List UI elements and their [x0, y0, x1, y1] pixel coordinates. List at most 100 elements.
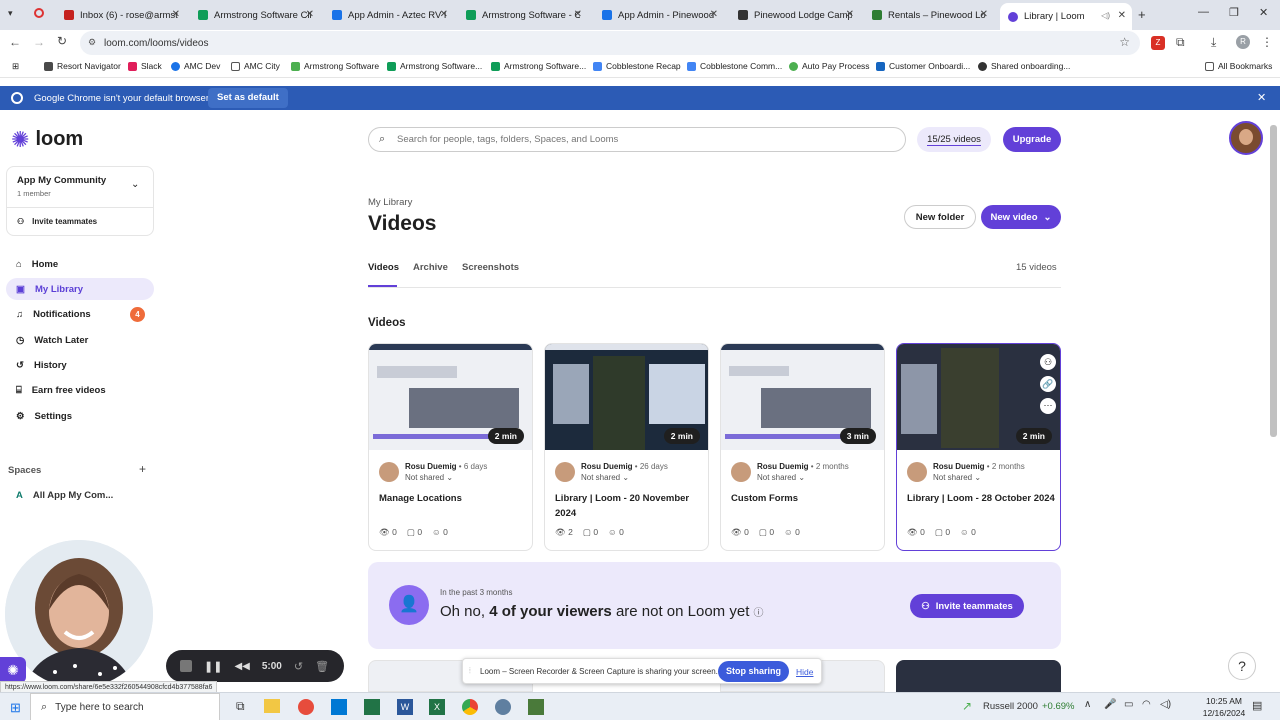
restore-icon[interactable]: ❐ [1229, 6, 1239, 19]
clock-date[interactable]: 12/16/2024 [1200, 708, 1248, 718]
pause-icon[interactable]: ❚❚ [204, 660, 222, 673]
bookmark-item[interactable]: Cobblestone Comm... [687, 61, 782, 71]
ticker-name[interactable]: Russell 2000 [983, 701, 1038, 712]
file-explorer-icon[interactable] [264, 699, 280, 713]
sidebar-item-settings[interactable]: ⚙ Settings [6, 405, 154, 427]
sidebar-item-notifications[interactable]: ♫ Notifications 4 [6, 303, 154, 325]
bookmark-item[interactable]: Slack [128, 61, 162, 71]
all-bookmarks[interactable]: All Bookmarks [1205, 61, 1272, 71]
chevron-down-icon[interactable]: ⌄ [131, 179, 139, 190]
video-title[interactable]: Custom Forms [731, 491, 879, 506]
video-card-selected[interactable]: ⚇ 🔗 ⋯ 2 min Rosu Duemig • 2 months Not s… [896, 343, 1061, 551]
bookmark-item[interactable]: Armstrong Software... [491, 61, 586, 71]
video-thumbnail[interactable]: 2 min [545, 344, 708, 450]
close-tab-icon[interactable]: ✕ [980, 9, 988, 20]
tab-screenshots[interactable]: Screenshots [462, 262, 519, 273]
close-tab-icon[interactable]: ✕ [574, 9, 582, 20]
browser-tab[interactable]: Pinewood Lodge Campg ✕ [730, 4, 860, 26]
back-icon[interactable]: ← [9, 35, 21, 49]
hide-share-bar-link[interactable]: Hide [796, 667, 813, 677]
app-icon[interactable] [528, 699, 544, 715]
app-icon[interactable] [364, 699, 380, 715]
bookmark-item[interactable]: Auto Pay Process [789, 61, 870, 71]
new-video-button[interactable]: New video ⌄ [981, 205, 1061, 229]
upgrade-button[interactable]: Upgrade [1003, 127, 1061, 152]
bookmark-item[interactable]: Cobblestone Recap [593, 61, 681, 71]
rewind-icon[interactable]: ◀◀ [234, 661, 249, 672]
video-quota-badge[interactable]: 15/25 videos [917, 127, 991, 152]
new-tab-icon[interactable]: + [1138, 7, 1146, 22]
volume-icon[interactable]: ◁) [1160, 699, 1171, 710]
browser-tab[interactable]: Rentals – Pinewood Lod ✕ [864, 4, 994, 26]
video-thumbnail[interactable]: 2 min [369, 344, 532, 450]
taskbar-search[interactable]: ⌕ Type here to search [30, 693, 220, 720]
sidebar-item-earn-free-videos[interactable]: ⌸ Earn free videos [6, 379, 154, 401]
help-button[interactable]: ? [1228, 652, 1256, 680]
info-icon[interactable]: ⓘ [754, 608, 764, 619]
video-title[interactable]: Manage Locations [379, 491, 527, 506]
forward-icon[interactable]: → [33, 35, 45, 49]
address-bar[interactable]: ⚙ loom.com/looms/videos ☆ [80, 31, 1140, 55]
more-options-icon[interactable]: ⋯ [1040, 398, 1056, 414]
tab-videos[interactable]: Videos [368, 262, 399, 273]
app-icon[interactable] [495, 699, 511, 715]
app-icon[interactable] [298, 699, 314, 715]
webcam-bubble[interactable] [5, 540, 153, 688]
invite-teammates-button[interactable]: ⚇ Invite teammates [910, 594, 1024, 618]
bookmark-item[interactable]: Armstrong Software... [387, 61, 482, 71]
new-folder-button[interactable]: New folder [904, 205, 976, 229]
tab-archive[interactable]: Archive [413, 262, 448, 273]
reload-icon[interactable]: ↻ [57, 34, 67, 48]
profile-avatar-icon[interactable]: R [1236, 35, 1250, 49]
sidebar-item-home[interactable]: ⌂ Home [6, 253, 154, 275]
share-status[interactable]: Not shared ⌄ [405, 473, 453, 482]
bookmark-item[interactable]: Armstrong Software [291, 61, 379, 71]
set-default-button[interactable]: Set as default [208, 88, 288, 108]
loom-record-icon[interactable]: ✺ [0, 657, 26, 683]
bookmark-item[interactable]: AMC City [231, 61, 280, 71]
browser-tab-active[interactable]: Library | Loom ◁) ✕ [1000, 3, 1132, 30]
sidebar-item-my-library[interactable]: ▣ My Library [6, 278, 154, 300]
stop-sharing-button[interactable]: Stop sharing [718, 661, 789, 682]
network-icon[interactable]: ▭ [1124, 699, 1133, 710]
search-bar[interactable]: ⌕ [368, 127, 906, 152]
video-card[interactable]: 2 min Rosu Duemig • 6 days Not shared ⌄ … [368, 343, 533, 551]
chevron-up-icon[interactable]: ∧ [1084, 699, 1091, 710]
space-item[interactable]: A All App My Com... [16, 490, 113, 501]
notifications-icon[interactable]: ▤ [1252, 699, 1262, 712]
video-thumbnail[interactable]: 3 min [721, 344, 884, 450]
browser-tab[interactable]: Armstrong Software Clie ✕ [190, 4, 320, 26]
bookmark-item[interactable]: Resort Navigator [44, 61, 121, 71]
video-card-partial[interactable] [896, 660, 1061, 692]
share-status[interactable]: Not shared ⌄ [757, 473, 805, 482]
video-title[interactable]: Library | Loom - 20 November 2024 [555, 491, 703, 521]
trash-icon[interactable]: 🗑 [315, 660, 329, 673]
bookmark-item[interactable]: Customer Onboardi... [876, 61, 970, 71]
browser-tab[interactable]: Inbox (6) - rose@armstro ✕ [56, 4, 186, 26]
browser-menu-icon[interactable]: ⋮ [1261, 35, 1273, 49]
bookmark-item[interactable]: AMC Dev [171, 61, 220, 71]
close-tab-icon[interactable]: ✕ [846, 9, 854, 20]
loom-logo[interactable]: ✺ loom [11, 128, 83, 151]
apps-grid-icon[interactable]: ⊞ [12, 61, 19, 72]
video-card[interactable]: 3 min Rosu Duemig • 2 months Not shared … [720, 343, 885, 551]
video-card[interactable]: 2 min Rosu Duemig • 26 days Not shared ⌄… [544, 343, 709, 551]
add-space-icon[interactable]: + [139, 462, 146, 476]
task-view-icon[interactable]: ⧉ [236, 699, 245, 714]
wifi-icon[interactable]: ◠ [1142, 699, 1151, 710]
excel-icon[interactable]: X [429, 699, 445, 715]
bookmark-item[interactable]: Shared onboarding... [978, 61, 1070, 71]
download-icon[interactable]: ⤓ [1211, 35, 1216, 50]
clock-time[interactable]: 10:25 AM [1200, 696, 1248, 706]
workspace-name[interactable]: App My Community [17, 175, 106, 186]
close-tab-icon[interactable]: ✕ [710, 9, 718, 20]
browser-tab[interactable]: App Admin - Aztec RV R ✕ [324, 4, 454, 26]
browser-tab[interactable]: Armstrong Software - Ca ✕ [458, 4, 588, 26]
extensions-puzzle-icon[interactable]: ⧉ [1176, 35, 1185, 50]
banner-close-icon[interactable]: ✕ [1257, 91, 1266, 104]
user-avatar[interactable] [1229, 121, 1263, 155]
extension-icon[interactable] [34, 8, 44, 18]
minimize-icon[interactable]: — [1198, 6, 1209, 18]
stop-recording-icon[interactable] [180, 660, 192, 672]
app-icon[interactable] [331, 699, 347, 715]
